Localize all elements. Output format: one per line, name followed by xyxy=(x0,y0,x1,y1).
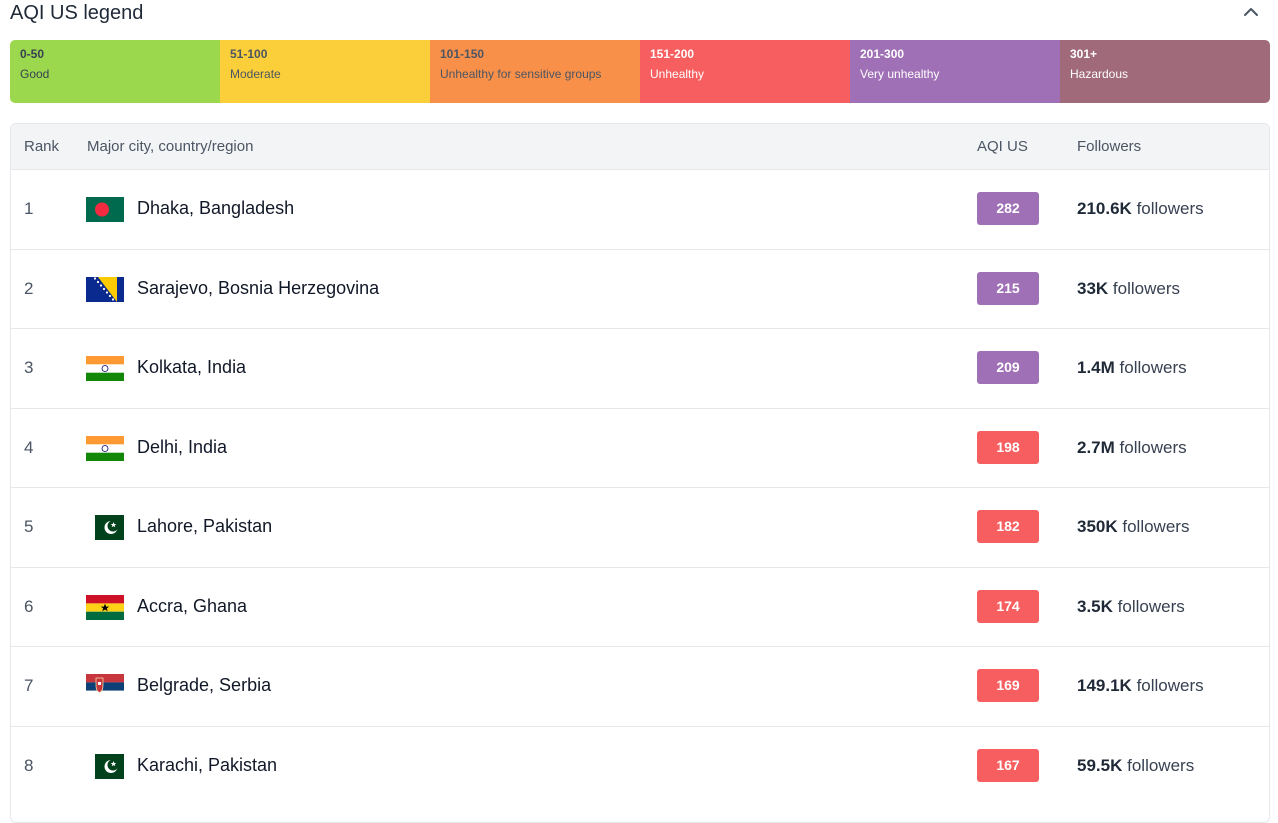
legend-segment: 101-150 Unhealthy for sensitive groups xyxy=(430,40,640,103)
table-body: 1 Dhaka, Bangladesh 282 210.6K followers 2 Sa… xyxy=(11,170,1269,805)
legend-range: 151-200 xyxy=(650,47,695,61)
table-row[interactable]: 7 Belgrade, Serbia 169 149.1K followers xyxy=(11,647,1269,727)
followers-cell: 2.7M followers xyxy=(1077,438,1187,458)
legend-label: Very unhealthy xyxy=(860,67,940,81)
followers-cell: 1.4M followers xyxy=(1077,358,1187,378)
table-row[interactable]: 3 Kolkata, India 209 1.4M followers xyxy=(11,329,1269,409)
aqi-legend-bar: 0-50 Good 51-100 Moderate 101-150 Unhealthy f… xyxy=(10,40,1270,103)
aqi-badge: 198 xyxy=(977,430,1039,464)
followers-count: 33K xyxy=(1077,278,1109,298)
followers-suffix: followers xyxy=(1119,437,1187,457)
followers-suffix: followers xyxy=(1117,596,1185,616)
city-link[interactable]: Karachi, Pakistan xyxy=(137,755,277,776)
table-row[interactable]: 6 Accra, Ghana 174 3.5K followers xyxy=(11,568,1269,647)
india-flag-icon xyxy=(86,356,124,381)
table-header: Rank Major city, country/region AQI US F… xyxy=(11,124,1269,170)
header-aqi[interactable]: AQI US xyxy=(977,138,1028,155)
followers-cell: 33K followers xyxy=(1077,279,1180,299)
rank-cell: 8 xyxy=(24,755,34,775)
followers-count: 59.5K xyxy=(1077,755,1123,775)
legend-header: AQI US legend xyxy=(10,0,1268,30)
rank-cell: 6 xyxy=(24,596,34,616)
followers-count: 1.4M xyxy=(1077,358,1115,377)
rank-cell: 4 xyxy=(24,437,34,457)
legend-segment: 151-200 Unhealthy xyxy=(640,40,850,103)
city-link[interactable]: Sarajevo, Bosnia Herzegovina xyxy=(137,278,379,299)
aqi-badge: 169 xyxy=(977,669,1039,702)
legend-label: Hazardous xyxy=(1070,67,1129,81)
city-link[interactable]: Belgrade, Serbia xyxy=(137,675,271,696)
rank-cell: 5 xyxy=(24,517,34,536)
followers-cell: 210.6K followers xyxy=(1077,199,1204,219)
followers-suffix: followers xyxy=(1136,199,1204,218)
legend-range: 51-100 xyxy=(230,47,268,61)
followers-suffix: followers xyxy=(1119,358,1187,377)
table-row[interactable]: 4 Delhi, India 198 2.7M followers xyxy=(11,409,1269,488)
table-row[interactable]: 2 Sarajevo, Bosnia Herzegovina 215 33K foll… xyxy=(11,250,1269,329)
legend-title: AQI US legend xyxy=(10,2,144,24)
followers-cell: 3.5K followers xyxy=(1077,597,1185,617)
table-row[interactable]: 5 Lahore, Pakistan 182 350K followers xyxy=(11,488,1269,568)
legend-label: Moderate xyxy=(230,67,281,81)
pakistan-flag-icon xyxy=(86,753,124,779)
rank-cell: 2 xyxy=(24,278,34,298)
aqi-badge: 209 xyxy=(977,351,1039,384)
chevron-up-icon[interactable] xyxy=(1242,4,1260,20)
aqi-badge: 282 xyxy=(977,192,1039,225)
rank-cell: 3 xyxy=(24,358,34,377)
rank-cell: 1 xyxy=(24,199,34,218)
followers-cell: 350K followers xyxy=(1077,517,1189,537)
city-ranking-table: Rank Major city, country/region AQI US F… xyxy=(10,123,1270,823)
bangladesh-flag-icon xyxy=(86,197,124,222)
followers-suffix: followers xyxy=(1127,755,1195,775)
legend-segment: 201-300 Very unhealthy xyxy=(850,40,1060,103)
pakistan-flag-icon xyxy=(86,515,124,540)
followers-count: 210.6K xyxy=(1077,199,1132,218)
followers-count: 350K xyxy=(1077,517,1118,536)
table-row[interactable]: 8 Karachi, Pakistan 167 59.5K followers xyxy=(11,727,1269,806)
followers-cell: 149.1K followers xyxy=(1077,676,1204,696)
aqi-badge: 174 xyxy=(977,589,1039,623)
serbia-flag-icon xyxy=(86,674,124,699)
followers-suffix: followers xyxy=(1122,517,1190,536)
city-link[interactable]: Kolkata, India xyxy=(137,357,246,378)
followers-suffix: followers xyxy=(1136,676,1204,695)
city-link[interactable]: Accra, Ghana xyxy=(137,596,247,617)
followers-count: 3.5K xyxy=(1077,596,1113,616)
aqi-badge: 215 xyxy=(977,271,1039,305)
city-link[interactable]: Delhi, India xyxy=(137,437,227,458)
header-rank[interactable]: Rank xyxy=(24,138,59,155)
followers-suffix: followers xyxy=(1112,278,1181,298)
ghana-flag-icon xyxy=(86,594,124,620)
followers-cell: 59.5K followers xyxy=(1077,756,1194,776)
legend-range: 201-300 xyxy=(860,47,905,61)
legend-label: Unhealthy xyxy=(650,67,705,81)
legend-range: 301+ xyxy=(1070,47,1098,61)
header-city[interactable]: Major city, country/region xyxy=(87,138,253,155)
followers-count: 149.1K xyxy=(1077,676,1132,695)
header-followers[interactable]: Followers xyxy=(1077,138,1141,155)
followers-count: 2.7M xyxy=(1077,437,1115,457)
legend-segment: 0-50 Good xyxy=(10,40,220,103)
legend-label: Unhealthy for sensitive groups xyxy=(440,67,602,81)
india-flag-icon xyxy=(86,435,124,461)
city-link[interactable]: Lahore, Pakistan xyxy=(137,516,272,537)
aqi-badge: 167 xyxy=(977,748,1039,782)
legend-segment: 301+ Hazardous xyxy=(1060,40,1270,103)
aqi-badge: 182 xyxy=(977,510,1039,543)
table-row[interactable]: 1 Dhaka, Bangladesh 282 210.6K followers xyxy=(11,170,1269,250)
legend-range: 101-150 xyxy=(440,47,485,61)
bosnia-flag-icon xyxy=(86,276,124,302)
rank-cell: 7 xyxy=(24,676,34,695)
city-link[interactable]: Dhaka, Bangladesh xyxy=(137,198,294,219)
legend-segment: 51-100 Moderate xyxy=(220,40,430,103)
legend-range: 0-50 xyxy=(20,47,45,61)
legend-label: Good xyxy=(20,67,50,81)
